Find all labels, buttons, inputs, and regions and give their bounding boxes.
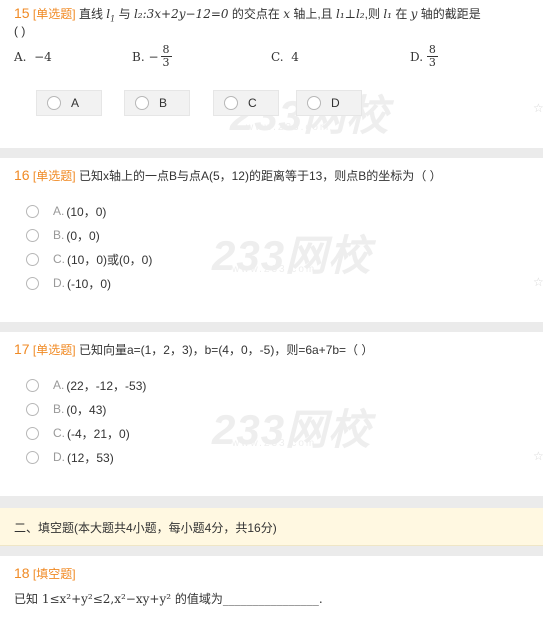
answer-button-d[interactable]: D xyxy=(296,90,362,116)
radio-icon[interactable] xyxy=(26,402,39,416)
option-text: (-4，21，0) xyxy=(67,426,130,441)
question-card-17: 233网校 www.233.com 17 [单选题] 已知向量a=(1，2，3)… xyxy=(0,332,543,496)
question-math: y xyxy=(410,7,418,21)
question-math: l₁⊥l₂ xyxy=(336,7,365,21)
option-text: (12，53) xyxy=(67,450,114,465)
option-row[interactable]: C. (-4，21，0) xyxy=(26,424,130,442)
question-number: 16 xyxy=(14,167,30,183)
option-row[interactable]: B. (0，43) xyxy=(26,400,106,418)
option-text: (0，43) xyxy=(66,402,107,417)
section-header: 二、填空题(本大题共4小题，每小题4分，共16分) xyxy=(0,508,543,546)
question-text: 已知向量a=(1，2，3)，b=(4，0，-5)，则=6a+7b=（ ） xyxy=(78,343,374,357)
star-icon[interactable]: ☆ xyxy=(533,276,543,288)
question-math: l₁ xyxy=(383,7,392,21)
answer-paren: ( ) xyxy=(14,24,26,38)
watermark-url: www.233.com xyxy=(246,122,331,133)
option-text: (-10，0) xyxy=(67,276,112,291)
option-row[interactable]: D. (12，53) xyxy=(26,448,114,466)
option-row[interactable]: A. (10，0) xyxy=(26,202,106,220)
watermark: 233网校 xyxy=(212,406,372,453)
question-math: x xyxy=(283,7,290,21)
question-text-part: 轴上,且 xyxy=(293,7,333,21)
question-type: [单选题] xyxy=(32,7,76,21)
radio-icon xyxy=(135,96,149,110)
question-number: 15 xyxy=(14,5,30,21)
question-text-part: 在 xyxy=(395,7,408,21)
radio-icon xyxy=(47,96,61,110)
radio-icon xyxy=(224,96,238,110)
question-number: 18 xyxy=(14,565,30,581)
option-text: (22，-12，-53) xyxy=(66,378,147,393)
question-text: 已知x轴上的一点B与点A(5，12)的距离等于13，则点B的坐标为（ ） xyxy=(78,169,442,183)
question-math: l₂:3x+2y−12=0 xyxy=(133,7,229,21)
radio-icon xyxy=(307,96,321,110)
question-number: 17 xyxy=(14,341,30,357)
radio-icon[interactable] xyxy=(26,204,39,218)
radio-icon[interactable] xyxy=(26,450,39,464)
radio-icon[interactable] xyxy=(26,252,39,266)
radio-icon[interactable] xyxy=(26,276,39,290)
question-text-part: 的交点在 xyxy=(231,7,280,21)
question-type: [单选题] xyxy=(32,169,76,183)
watermark-url: www.233.com xyxy=(232,264,317,275)
radio-icon[interactable] xyxy=(26,378,39,392)
question-card-16: 233网校 www.233.com 16 [单选题] 已知x轴上的一点B与点A(… xyxy=(0,158,543,322)
question-card-18: 18 [填空题] 已知 1≤x²+y²≤2,x²−xy+y² 的值域为_____… xyxy=(0,556,543,617)
question-card-15: 233网校 www.233.com 15 [单选题] 直线 l1 与 l₂:3x… xyxy=(0,0,543,148)
option-row[interactable]: A. (22，-12，-53) xyxy=(26,376,146,394)
watermark-url: www.233.com xyxy=(232,438,317,449)
star-icon[interactable]: ☆ xyxy=(533,102,543,114)
question-text-part: 直线 xyxy=(78,7,103,21)
section-title: 二、填空题(本大题共4小题，每小题4分，共16分) xyxy=(14,521,277,535)
fraction: 83 xyxy=(426,43,438,69)
question-text: 已知 1≤x²+y²≤2,x²−xy+y² 的值域为______________… xyxy=(14,592,323,606)
option-text: (10，0) xyxy=(66,204,107,219)
question-math: l1 xyxy=(106,7,116,24)
option-row[interactable]: C. (10，0)或(0，0) xyxy=(26,250,152,268)
option-c: C. 4 xyxy=(271,50,299,64)
question-text-part: 轴的截距是 xyxy=(420,7,481,21)
question-type: [单选题] xyxy=(32,343,76,357)
answer-button-c[interactable]: C xyxy=(213,90,279,116)
radio-icon[interactable] xyxy=(26,426,39,440)
question-type: [填空题] xyxy=(32,567,76,581)
option-a: A. −4 xyxy=(14,50,52,64)
fraction: 83 xyxy=(160,43,172,69)
answer-button-a[interactable]: A xyxy=(36,90,102,116)
answer-button-b[interactable]: B xyxy=(124,90,190,116)
radio-icon[interactable] xyxy=(26,228,39,242)
question-text-part: ,则 xyxy=(364,7,380,21)
option-row[interactable]: B. (0，0) xyxy=(26,226,100,244)
option-b: B. − 83 xyxy=(132,43,172,69)
option-text: (10，0)或(0，0) xyxy=(67,252,153,267)
star-icon[interactable]: ☆ xyxy=(533,450,543,462)
option-d: D. 83 xyxy=(410,43,438,69)
watermark: 233网校 xyxy=(212,232,372,279)
option-text: (0，0) xyxy=(66,228,100,243)
option-row[interactable]: D. (-10，0) xyxy=(26,274,111,292)
question-text-part: 与 xyxy=(118,7,131,21)
